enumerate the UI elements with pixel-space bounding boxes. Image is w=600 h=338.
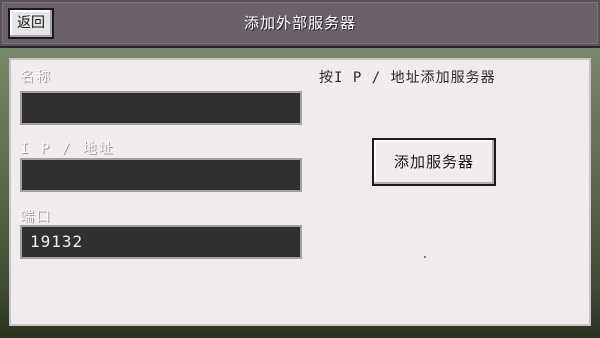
port-input[interactable]: 19132 — [20, 225, 302, 259]
port-label: 端口 — [20, 209, 52, 225]
top-bar: 返回 添加外部服务器 — [0, 0, 600, 48]
page-title: 添加外部服务器 — [243, 14, 356, 32]
address-label: I P / 地址 — [20, 141, 115, 157]
address-hint-text: 按I P / 地址添加服务器 — [319, 70, 496, 86]
back-button[interactable]: 返回 — [8, 8, 54, 39]
name-input[interactable] — [20, 91, 302, 125]
address-input[interactable] — [20, 158, 302, 192]
cursor-dot — [424, 256, 426, 258]
name-label: 名称 — [20, 69, 52, 85]
server-form-panel: 名称 I P / 地址 端口 19132 按I P / 地址添加服务器 添加服务… — [9, 58, 591, 326]
add-server-button[interactable]: 添加服务器 — [372, 138, 496, 186]
